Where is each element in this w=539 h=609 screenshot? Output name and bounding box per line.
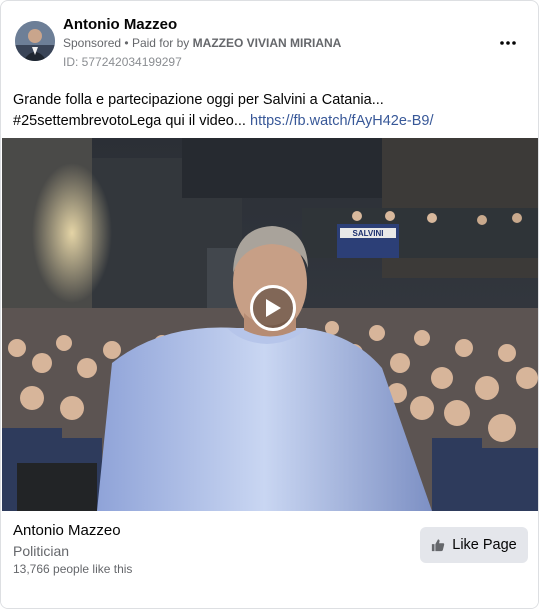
sponsored-post-card: Antonio Mazzeo Sponsored • Paid for by M…: [0, 0, 539, 609]
page-name[interactable]: Antonio Mazzeo: [13, 522, 121, 539]
video-thumbnail[interactable]: SALVINI: [2, 138, 538, 511]
avatar-photo: [15, 21, 55, 61]
play-icon: [266, 299, 281, 317]
thumbs-up-icon: [432, 539, 445, 552]
more-options-icon: [500, 41, 516, 45]
page-like-count: 13,766 people like this: [13, 562, 133, 576]
play-button[interactable]: [250, 285, 296, 331]
sponsored-label[interactable]: Sponsored: [63, 36, 121, 50]
sponsored-line: Sponsored • Paid for by MAZZEO VIVIAN MI…: [63, 36, 341, 50]
like-page-label: Like Page: [452, 537, 517, 553]
separator-dot: •: [124, 36, 129, 50]
post-link[interactable]: https://fb.watch/fAyH42e-B9/: [250, 113, 434, 129]
banner-text: SALVINI: [353, 229, 384, 238]
author-avatar[interactable]: [15, 21, 55, 61]
ad-id: ID: 577242034199297: [63, 55, 182, 69]
page-info-footer: Antonio Mazzeo Politician 13,766 people …: [1, 511, 538, 608]
page-category: Politician: [13, 543, 70, 559]
paid-for-by-name: MAZZEO VIVIAN MIRIANA: [192, 36, 342, 50]
post-header: Antonio Mazzeo Sponsored • Paid for by M…: [13, 13, 526, 73]
like-page-button[interactable]: Like Page: [420, 527, 528, 563]
author-name[interactable]: Antonio Mazzeo: [63, 16, 177, 33]
paid-for-prefix: Paid for by: [131, 36, 190, 50]
post-text: Grande folla e partecipazione oggi per S…: [13, 90, 528, 132]
more-options-button[interactable]: [496, 31, 520, 55]
